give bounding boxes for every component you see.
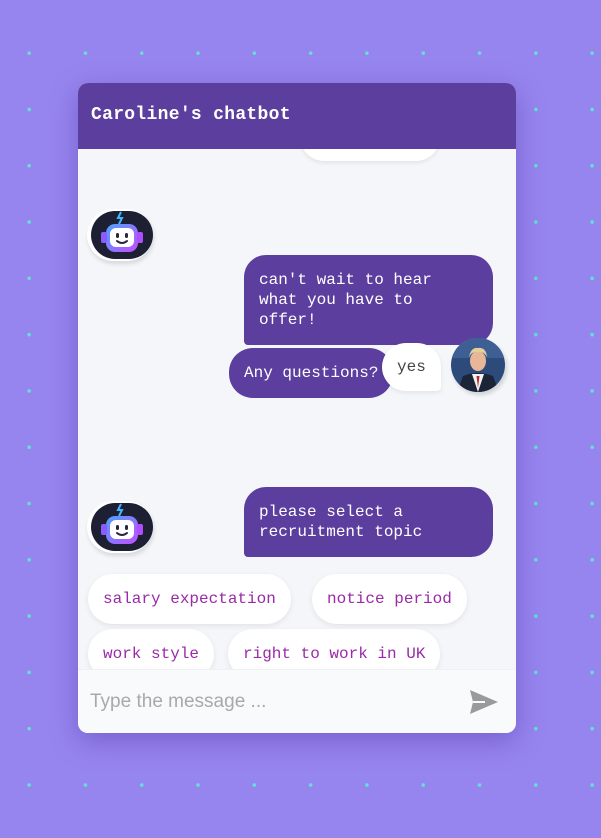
previous-message-bubble — [300, 149, 440, 161]
user-message: yes — [382, 343, 441, 391]
message-list[interactable]: can't wait to hear what you have to offe… — [78, 149, 516, 669]
user-avatar — [451, 338, 505, 392]
robot-icon — [91, 211, 153, 259]
bot-message: Any questions? — [229, 348, 394, 398]
option-work-style[interactable]: work style — [88, 629, 215, 669]
send-button[interactable] — [468, 686, 500, 718]
bot-message: please select a recruitment topic — [244, 487, 493, 557]
chat-header: Caroline's chatbot — [78, 83, 516, 149]
robot-icon — [91, 503, 153, 551]
input-bar — [78, 669, 516, 733]
bot-message: can't wait to hear what you have to offe… — [244, 255, 493, 345]
chat-title: Caroline's chatbot — [91, 105, 291, 125]
send-icon — [470, 690, 498, 714]
bot-avatar — [87, 209, 153, 261]
option-notice-period[interactable]: notice period — [312, 574, 467, 624]
message-input[interactable] — [90, 684, 450, 720]
option-right-to-work[interactable]: right to work in UK — [228, 629, 441, 669]
bot-avatar — [87, 501, 153, 553]
option-salary-expectation[interactable]: salary expectation — [88, 574, 291, 624]
chat-window: Caroline's chatbot can't wait to hear wh… — [78, 83, 516, 733]
